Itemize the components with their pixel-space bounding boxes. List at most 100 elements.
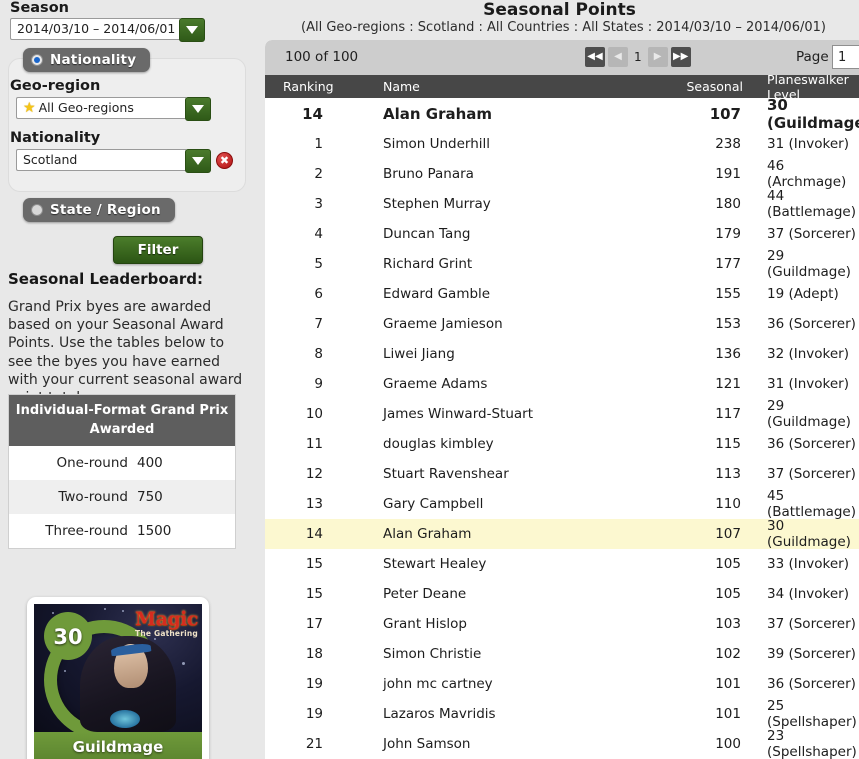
seasonal-cell: 238 bbox=[715, 136, 741, 152]
column-header-ranking[interactable]: Ranking bbox=[265, 79, 375, 94]
seasonal-cell: 110 bbox=[715, 496, 741, 512]
app-root: Season 2014/03/10 – 2014/06/01 Nationali… bbox=[0, 0, 859, 759]
name-cell: Graeme Adams bbox=[383, 376, 488, 392]
name-cell: Duncan Tang bbox=[383, 226, 471, 242]
chevron-down-icon[interactable] bbox=[185, 97, 211, 121]
table-row[interactable]: 4 Duncan Tang 179 37 (Sorcerer) bbox=[265, 219, 859, 249]
table-row[interactable]: 5 Richard Grint 177 29 (Guildmage) bbox=[265, 248, 859, 280]
byes-table-header: Individual-Format Grand Prix Awarded bbox=[9, 395, 235, 446]
column-header-seasonal[interactable]: Seasonal bbox=[650, 79, 755, 94]
name-cell: Richard Grint bbox=[383, 256, 473, 272]
rank-cell: 10 bbox=[305, 406, 323, 422]
name-cell: Gary Campbell bbox=[383, 496, 484, 512]
name-cell: Alan Graham bbox=[383, 104, 493, 123]
table-row[interactable]: 13 Gary Campbell 110 45 (Battlemage) bbox=[265, 488, 859, 520]
byes-row-label: One-round bbox=[56, 455, 128, 471]
chevron-down-icon[interactable] bbox=[179, 18, 205, 42]
rank-cell: 17 bbox=[305, 616, 323, 632]
rank-cell: 14 bbox=[305, 526, 323, 542]
seasonal-cell: 100 bbox=[715, 736, 741, 752]
level-cell: 30 (Guildmage) bbox=[767, 95, 859, 132]
name-cell: Stephen Murray bbox=[383, 196, 491, 212]
level-cell: 46 (Archmage) bbox=[767, 158, 847, 190]
season-select-value[interactable]: 2014/03/10 – 2014/06/01 bbox=[10, 18, 180, 40]
first-page-icon[interactable]: ◀◀ bbox=[585, 47, 605, 67]
column-header-name[interactable]: Name bbox=[375, 79, 650, 94]
table-row[interactable]: 18 Simon Christie 102 39 (Sorcerer) bbox=[265, 639, 859, 669]
radio-off-icon bbox=[31, 204, 43, 216]
name-cell: Peter Deane bbox=[383, 586, 467, 602]
table-row[interactable]: 11 douglas kimbley 115 36 (Sorcerer) bbox=[265, 429, 859, 459]
name-cell: Simon Underhill bbox=[383, 136, 491, 152]
rank-cell: 4 bbox=[314, 226, 323, 242]
page-label: Page bbox=[796, 49, 829, 65]
filter-button[interactable]: Filter bbox=[113, 236, 203, 264]
byes-table-header-line1: Individual-Format Grand Prix bbox=[15, 403, 229, 418]
clear-nationality-icon[interactable]: ✖ bbox=[216, 152, 233, 169]
table-row[interactable]: 8 Liwei Jiang 136 32 (Invoker) bbox=[265, 339, 859, 369]
leaderboard-description: Grand Prix byes are awarded based on you… bbox=[8, 299, 243, 406]
rank-cell: 19 bbox=[305, 706, 323, 722]
seasonal-cell: 117 bbox=[715, 406, 741, 422]
level-cell: 37 (Sorcerer) bbox=[767, 616, 856, 632]
table-row[interactable]: 3 Stephen Murray 180 44 (Battlemage) bbox=[265, 188, 859, 220]
table-row[interactable]: 15 Peter Deane 105 34 (Invoker) bbox=[265, 579, 859, 609]
table-row[interactable]: 14 Alan Graham 107 30 (Guildmage) bbox=[265, 95, 859, 132]
next-page-icon[interactable]: ▶ bbox=[647, 47, 668, 67]
nationality-select-value[interactable]: Scotland bbox=[16, 149, 186, 171]
leaderboard-heading: Seasonal Leaderboard: bbox=[8, 270, 203, 288]
rank-cell: 15 bbox=[305, 586, 323, 602]
seasonal-cell: 101 bbox=[715, 706, 741, 722]
radio-state-region[interactable]: State / Region bbox=[23, 198, 175, 222]
byes-table: Individual-Format Grand Prix Awarded One… bbox=[8, 394, 236, 549]
rank-cell: 9 bbox=[314, 376, 323, 392]
byes-row-value: 400 bbox=[137, 455, 163, 471]
geo-region-select-box[interactable]: ★ All Geo-regions bbox=[16, 97, 186, 119]
table-row[interactable]: 9 Graeme Adams 121 31 (Invoker) bbox=[265, 369, 859, 399]
table-row[interactable]: 12 Stuart Ravenshear 113 37 (Sorcerer) bbox=[265, 459, 859, 489]
results-toolbar: 100 of 100 ◀◀ ◀ 1 ▶ ▶▶ Page 1 of bbox=[265, 40, 859, 75]
chevron-down-icon[interactable] bbox=[185, 149, 211, 173]
table-row[interactable]: 17 Grant Hislop 103 37 (Sorcerer) bbox=[265, 609, 859, 639]
radio-on-icon bbox=[31, 54, 43, 66]
rank-cell: 19 bbox=[305, 676, 323, 692]
radio-nationality[interactable]: Nationality bbox=[23, 48, 151, 72]
table-row[interactable]: 19 Lazaros Mavridis 101 25 (Spellshaper) bbox=[265, 698, 859, 730]
table-row[interactable]: 10 James Winward-Stuart 117 29 (Guildmage) bbox=[265, 398, 859, 430]
level-cell: 36 (Sorcerer) bbox=[767, 676, 856, 692]
magic-subtitle: The Gathering bbox=[135, 629, 198, 638]
seasonal-cell: 136 bbox=[715, 346, 741, 362]
season-select[interactable]: 2014/03/10 – 2014/06/01 bbox=[10, 18, 206, 42]
table-row[interactable]: 21 John Samson 100 23 (Spellshaper) bbox=[265, 728, 859, 759]
table-row[interactable]: 1 Simon Underhill 238 31 (Invoker) bbox=[265, 129, 859, 159]
level-cell: 31 (Invoker) bbox=[767, 376, 849, 392]
name-cell: Graeme Jamieson bbox=[383, 316, 503, 332]
level-cell: 37 (Sorcerer) bbox=[767, 466, 856, 482]
table-row[interactable]: 2 Bruno Panara 191 46 (Archmage) bbox=[265, 158, 859, 190]
table-row[interactable]: 14 Alan Graham 107 30 (Guildmage) bbox=[265, 518, 859, 550]
table-row[interactable]: 15 Stewart Healey 105 33 (Invoker) bbox=[265, 549, 859, 579]
table-row[interactable]: 7 Graeme Jamieson 153 36 (Sorcerer) bbox=[265, 309, 859, 339]
pagination-controls[interactable]: ◀◀ ◀ 1 ▶ ▶▶ bbox=[585, 47, 691, 67]
name-cell: Stuart Ravenshear bbox=[383, 466, 509, 482]
level-cell: 30 (Guildmage) bbox=[767, 518, 851, 550]
byes-row-label: Two-round bbox=[58, 489, 128, 505]
last-page-icon[interactable]: ▶▶ bbox=[670, 47, 691, 67]
level-cell: 29 (Guildmage) bbox=[767, 398, 851, 430]
geo-region-select[interactable]: ★ All Geo-regions bbox=[16, 97, 212, 121]
level-cell: 23 (Spellshaper) bbox=[767, 728, 857, 759]
page-input[interactable]: 1 bbox=[832, 45, 859, 69]
rank-cell: 18 bbox=[305, 646, 323, 662]
seasonal-cell: 101 bbox=[715, 676, 741, 692]
table-row[interactable]: 19 john mc cartney 101 36 (Sorcerer) bbox=[265, 669, 859, 699]
table-row[interactable]: 6 Edward Gamble 155 19 (Adept) bbox=[265, 279, 859, 309]
byes-table-header-line2: Awarded bbox=[89, 422, 155, 437]
nationality-select[interactable]: Scotland bbox=[16, 149, 212, 173]
prev-page-icon[interactable]: ◀ bbox=[608, 47, 628, 67]
seasonal-cell: 102 bbox=[715, 646, 741, 662]
level-cell: 44 (Battlemage) bbox=[767, 188, 857, 220]
level-cell: 37 (Sorcerer) bbox=[767, 226, 856, 242]
card-artwork: 30 Magic The Gathering bbox=[34, 604, 202, 732]
magic-wordmark: Magic bbox=[135, 608, 198, 630]
name-cell: Stewart Healey bbox=[383, 556, 487, 572]
